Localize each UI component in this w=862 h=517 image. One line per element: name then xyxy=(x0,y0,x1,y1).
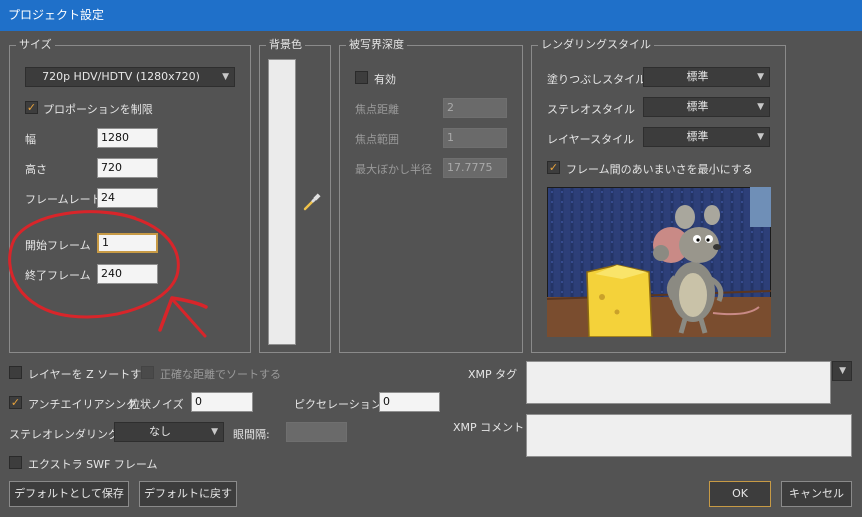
eye-separation-label: 眼間隔: xyxy=(233,428,270,441)
layer-style-value: 標準 xyxy=(686,130,709,143)
chevron-down-icon: ▼ xyxy=(211,427,218,437)
save-default-button[interactable]: デフォルトとして保存 xyxy=(9,481,129,507)
constrain-label: プロポーションを制限 xyxy=(43,103,153,116)
antialias-label: アンチエイリアシング xyxy=(28,398,138,411)
title-bar: プロジェクト設定 xyxy=(0,0,862,31)
cancel-button[interactable]: キャンセル xyxy=(781,481,852,507)
eye-separation-input[interactable] xyxy=(286,422,347,442)
pixelation-input[interactable]: 0 xyxy=(379,392,440,412)
minimize-checkbox[interactable]: ✓ xyxy=(547,161,560,174)
dof-enable-label: 有効 xyxy=(374,73,396,86)
antialias-checkbox[interactable]: ✓ xyxy=(9,396,22,409)
layer-style-select[interactable]: 標準 ▼ xyxy=(643,127,770,147)
checkmark-icon: ✓ xyxy=(10,396,21,409)
end-frame-input[interactable]: 240 xyxy=(97,264,158,284)
layer-style-label: レイヤースタイル xyxy=(547,133,635,146)
dof-group: 被写界深度 xyxy=(339,38,523,353)
extra-swf-checkbox[interactable] xyxy=(9,456,22,469)
eyedropper-icon[interactable] xyxy=(302,192,322,212)
chevron-down-icon: ▼ xyxy=(757,132,764,142)
zsort-label: レイヤーを Z ソートする xyxy=(28,368,153,381)
width-label: 幅 xyxy=(25,133,36,146)
size-group-title: サイズ xyxy=(16,38,55,52)
xmp-comment-label: XMP コメント xyxy=(453,421,525,434)
checkmark-icon: ✓ xyxy=(26,101,37,114)
start-frame-label: 開始フレーム xyxy=(25,239,91,252)
exact-distance-checkbox[interactable] xyxy=(141,366,154,379)
stereo-style-label: ステレオスタイル xyxy=(547,103,635,116)
constrain-checkbox[interactable]: ✓ xyxy=(25,101,38,114)
xmp-tag-input[interactable] xyxy=(526,361,831,404)
xmp-tag-label: XMP タグ xyxy=(468,368,518,381)
grain-input[interactable]: 0 xyxy=(191,392,253,412)
max-blur-input[interactable]: 17.7775 xyxy=(443,158,507,178)
fill-style-label: 塗りつぶしスタイル xyxy=(547,73,647,86)
render-style-group-title: レンダリングスタイル xyxy=(538,38,654,52)
stereo-render-value: なし xyxy=(149,425,171,438)
max-blur-label: 最大ぼかし半径 xyxy=(355,163,432,176)
chevron-down-icon: ▼ xyxy=(757,72,764,82)
preview-image xyxy=(547,187,771,337)
height-label: 高さ xyxy=(25,163,47,176)
zsort-checkbox[interactable] xyxy=(9,366,22,379)
preset-select-value: 720p HDV/HDTV (1280x720) xyxy=(42,70,200,83)
pixelation-label: ピクセレーション xyxy=(294,398,382,411)
chevron-down-icon: ▼ xyxy=(839,366,846,376)
focus-range-label: 焦点範囲 xyxy=(355,133,399,146)
stereo-render-label: ステレオレンダリング: xyxy=(9,428,123,441)
chevron-down-icon: ▼ xyxy=(222,72,229,82)
extra-swf-label: エクストラ SWF フレーム xyxy=(28,458,158,471)
fill-style-select[interactable]: 標準 ▼ xyxy=(643,67,770,87)
preset-select[interactable]: 720p HDV/HDTV (1280x720) ▼ xyxy=(25,67,235,87)
stereo-style-value: 標準 xyxy=(686,100,709,113)
minimize-label: フレーム間のあいまいさを最小にする xyxy=(566,163,753,176)
framerate-input[interactable]: 24 xyxy=(97,188,158,208)
start-frame-input[interactable]: 1 xyxy=(97,233,158,253)
exact-distance-label: 正確な距離でソートする xyxy=(160,368,281,381)
xmp-comment-input[interactable] xyxy=(526,414,852,457)
dof-group-title: 被写界深度 xyxy=(346,38,407,52)
width-input[interactable]: 1280 xyxy=(97,128,158,148)
focus-distance-label: 焦点距離 xyxy=(355,103,399,116)
background-color-swatch[interactable] xyxy=(268,59,296,345)
height-input[interactable]: 720 xyxy=(97,158,158,178)
stereo-style-select[interactable]: 標準 ▼ xyxy=(643,97,770,117)
background-group-title: 背景色 xyxy=(266,38,305,52)
fill-style-value: 標準 xyxy=(686,70,709,83)
ok-button[interactable]: OK xyxy=(709,481,771,507)
stereo-render-select[interactable]: なし ▼ xyxy=(114,422,224,442)
checkmark-icon: ✓ xyxy=(548,161,559,174)
focus-range-input[interactable]: 1 xyxy=(443,128,507,148)
reset-default-button[interactable]: デフォルトに戻す xyxy=(139,481,237,507)
xmp-tag-dropdown[interactable]: ▼ xyxy=(832,361,852,381)
grain-label: 粒状ノイズ xyxy=(129,398,184,411)
dof-enable-checkbox[interactable] xyxy=(355,71,368,84)
framerate-label: フレームレート xyxy=(25,193,102,206)
end-frame-label: 終了フレーム xyxy=(25,269,91,282)
window-title: プロジェクト設定 xyxy=(8,8,105,22)
chevron-down-icon: ▼ xyxy=(757,102,764,112)
focus-distance-input[interactable]: 2 xyxy=(443,98,507,118)
